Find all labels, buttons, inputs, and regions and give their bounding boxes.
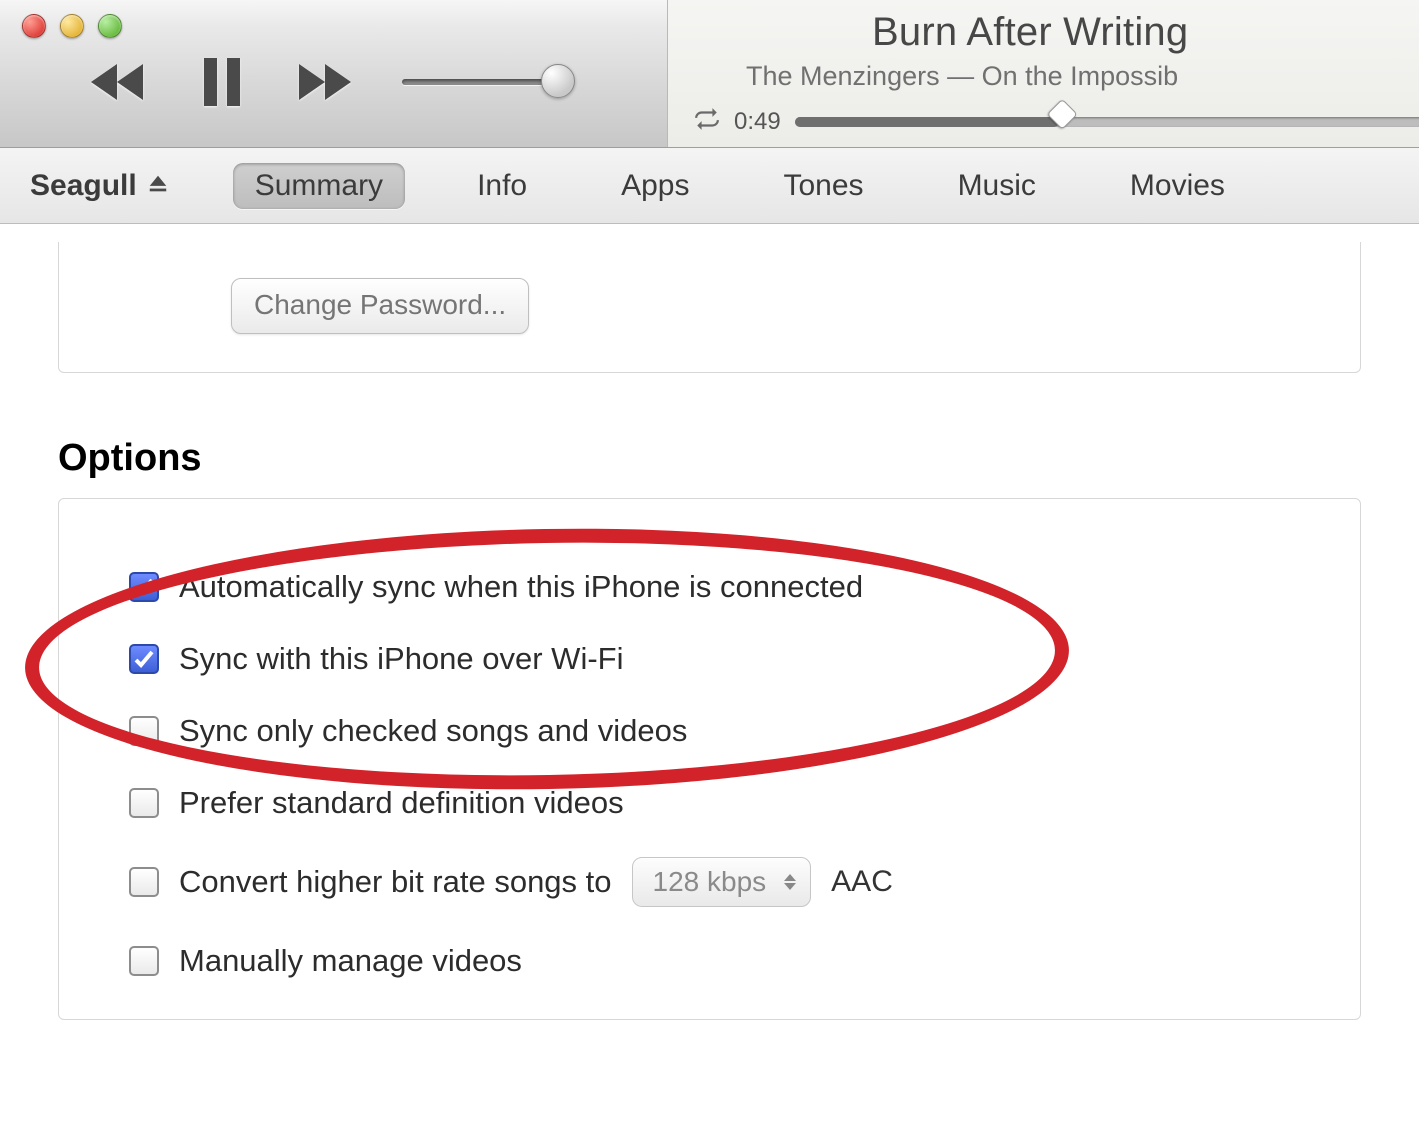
checkbox-convert[interactable] <box>129 867 159 897</box>
close-window-button[interactable] <box>22 14 46 38</box>
next-track-button[interactable] <box>294 50 358 114</box>
bitrate-value: 128 kbps <box>653 866 767 898</box>
checkbox-auto-sync[interactable] <box>129 572 159 602</box>
minimize-window-button[interactable] <box>60 14 84 38</box>
tab-music[interactable]: Music <box>936 163 1058 209</box>
tab-movies[interactable]: Movies <box>1108 163 1247 209</box>
tab-summary[interactable]: Summary <box>233 163 405 209</box>
repeat-icon[interactable] <box>694 106 720 137</box>
playback-controls <box>86 50 572 114</box>
option-wifi-sync: Sync with this iPhone over Wi-Fi <box>129 641 1300 677</box>
options-panel: Automatically sync when this iPhone is c… <box>58 498 1361 1020</box>
options-heading: Options <box>58 437 1361 480</box>
now-playing-panel: Burn After Writing The Menzingers — On t… <box>667 0 1419 147</box>
progress-fill <box>795 117 1060 127</box>
backup-panel-bottom: Change Password... <box>58 242 1361 373</box>
track-title: Burn After Writing <box>872 10 1419 55</box>
checkbox-prefer-sd[interactable] <box>129 788 159 818</box>
change-password-button[interactable]: Change Password... <box>231 278 529 334</box>
checkbox-only-checked[interactable] <box>129 716 159 746</box>
option-convert: Convert higher bit rate songs to 128 kbp… <box>129 857 1300 907</box>
elapsed-time: 0:49 <box>734 108 781 136</box>
label-auto-sync: Automatically sync when this iPhone is c… <box>179 569 863 605</box>
pause-button[interactable] <box>190 50 254 114</box>
tab-tones[interactable]: Tones <box>762 163 886 209</box>
track-artist: The Menzingers — On the Impossib <box>746 61 1419 92</box>
traffic-lights <box>22 14 122 38</box>
option-prefer-sd: Prefer standard definition videos <box>129 785 1300 821</box>
progress-row: 0:49 <box>694 106 1419 137</box>
label-manual: Manually manage videos <box>179 943 522 979</box>
previous-track-button[interactable] <box>86 50 150 114</box>
bitrate-select[interactable]: 128 kbps <box>632 857 812 907</box>
option-auto-sync: Automatically sync when this iPhone is c… <box>129 569 1300 605</box>
tab-apps[interactable]: Apps <box>599 163 711 209</box>
stepper-icon <box>784 874 796 890</box>
label-prefer-sd: Prefer standard definition videos <box>179 785 624 821</box>
tab-info[interactable]: Info <box>455 163 549 209</box>
checkbox-wifi-sync[interactable] <box>129 644 159 674</box>
label-wifi-sync: Sync with this iPhone over Wi-Fi <box>179 641 623 677</box>
volume-slider[interactable] <box>402 73 572 91</box>
option-manual: Manually manage videos <box>129 943 1300 979</box>
checkbox-manual[interactable] <box>129 946 159 976</box>
progress-bar[interactable] <box>795 117 1419 127</box>
window-titlebar: Burn After Writing The Menzingers — On t… <box>0 0 1419 148</box>
summary-content: Change Password... Options Automatically… <box>0 242 1419 1020</box>
volume-knob[interactable] <box>541 64 575 98</box>
zoom-window-button[interactable] <box>98 14 122 38</box>
eject-icon[interactable] <box>147 169 169 203</box>
bitrate-suffix: AAC <box>831 865 893 899</box>
device-name: Seagull <box>30 169 137 203</box>
option-only-checked: Sync only checked songs and videos <box>129 713 1300 749</box>
device-indicator[interactable]: Seagull <box>30 169 169 203</box>
label-only-checked: Sync only checked songs and videos <box>179 713 687 749</box>
label-convert: Convert higher bit rate songs to <box>179 864 612 900</box>
device-tab-row: Seagull Summary Info Apps Tones Music Mo… <box>0 148 1419 224</box>
